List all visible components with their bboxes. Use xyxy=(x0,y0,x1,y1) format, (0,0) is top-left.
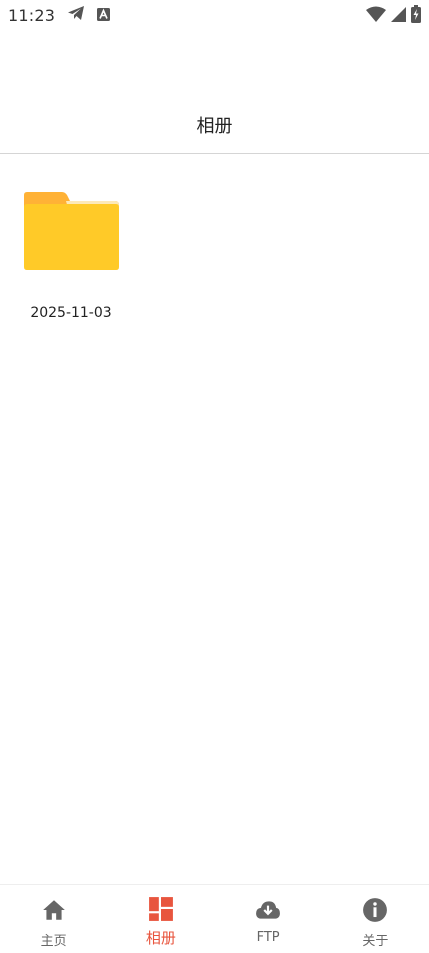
cloud-download-icon xyxy=(255,897,281,927)
nav-label-ftp: FTP xyxy=(256,930,280,945)
album-screen: 11:23 相册 2025-11-03 主页 相册 FTP 关于 xyxy=(0,0,429,953)
nav-item-about[interactable]: 关于 xyxy=(322,885,429,953)
bottom-nav: 主页 相册 FTP 关于 xyxy=(0,884,429,953)
album-label: 2025-11-03 xyxy=(30,305,112,321)
folder-icon xyxy=(20,185,122,275)
status-left-icons xyxy=(67,5,111,25)
page-title: 相册 xyxy=(196,115,233,137)
app-header: 相册 xyxy=(0,96,429,154)
info-icon xyxy=(362,897,388,927)
wifi-icon xyxy=(366,6,386,26)
home-icon xyxy=(41,897,67,927)
nav-label-about: 关于 xyxy=(362,934,389,949)
battery-charging-icon xyxy=(411,5,421,27)
nav-item-home[interactable]: 主页 xyxy=(0,885,107,953)
a-notification-icon xyxy=(97,6,111,25)
status-time: 11:23 xyxy=(8,5,56,25)
album-grid-icon xyxy=(148,896,174,926)
status-right-icons xyxy=(366,5,421,27)
telegram-icon xyxy=(67,5,85,25)
signal-icon xyxy=(391,6,406,26)
album-folder-item[interactable]: 2025-11-03 xyxy=(18,185,124,321)
nav-item-album[interactable]: 相册 xyxy=(107,885,214,953)
nav-label-home: 主页 xyxy=(40,934,67,949)
nav-item-ftp[interactable]: FTP xyxy=(215,885,322,953)
nav-label-album: 相册 xyxy=(145,929,176,947)
status-bar: 11:23 xyxy=(0,0,429,30)
